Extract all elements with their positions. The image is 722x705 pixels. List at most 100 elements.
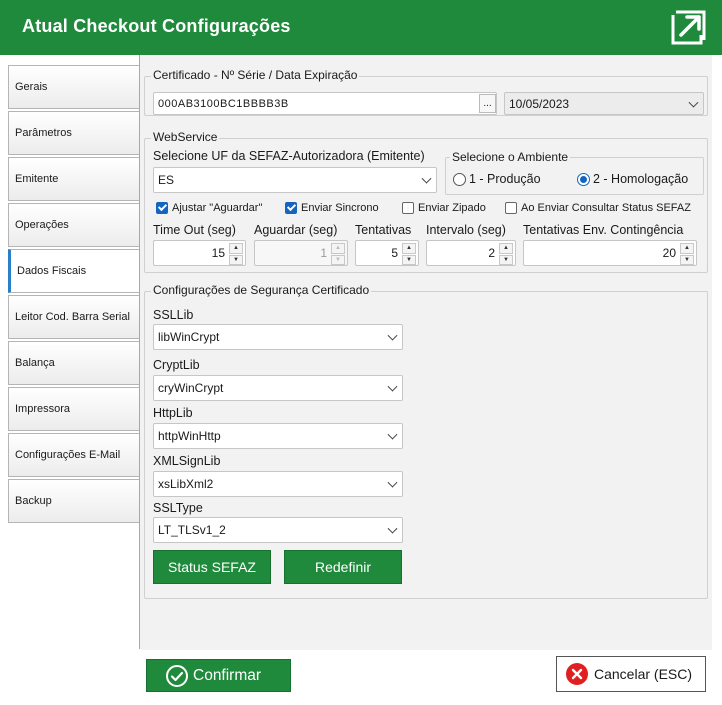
sidebar-item-emitente[interactable]: Emitente <box>8 157 140 201</box>
radio-indicator <box>577 172 590 186</box>
ambiente-producao-radio[interactable]: 1 - Produção <box>453 172 541 186</box>
ssltype-value: LT_TLSv1_2 <box>158 523 226 537</box>
sidebar-item-backup[interactable]: Backup <box>8 479 140 523</box>
chevron-down-icon <box>387 477 398 488</box>
checkbox-indicator <box>505 202 517 214</box>
checkbox-label: Enviar Sincrono <box>301 202 379 214</box>
radio-label: 2 - Homologação <box>593 172 689 186</box>
content-panel: Certificado - Nº Série / Data Expiração … <box>140 55 712 650</box>
chevron-down-icon <box>387 381 398 392</box>
intervalo-value: 2 <box>488 246 495 260</box>
checkbox-indicator <box>285 202 297 214</box>
check-circle-icon <box>166 664 188 687</box>
certificado-serie-field[interactable]: 000AB3100BC1BBBB3B <box>153 92 497 115</box>
spin-up-icon[interactable]: ▲ <box>499 243 513 254</box>
xmlsignlib-select[interactable]: xsLibXml2 <box>153 471 403 497</box>
intervalo-stepper[interactable]: 2 ▲ ▼ <box>426 240 516 266</box>
checkbox-indicator <box>156 202 168 214</box>
browse-certificate-button[interactable]: ... <box>479 94 496 113</box>
sidebar-item-label: Emitente <box>15 173 59 185</box>
window-title: Atual Checkout Configurações <box>22 16 291 36</box>
spin-up-icon[interactable]: ▲ <box>229 243 243 254</box>
timeout-stepper[interactable]: 15 ▲ ▼ <box>153 240 246 266</box>
seguranca-legend: Configurações de Segurança Certificado <box>151 283 372 297</box>
enviar-zipado-checkbox[interactable]: Enviar Zipado <box>402 202 486 214</box>
spin-down-icon[interactable]: ▼ <box>499 254 513 265</box>
ajustar-aguardar-checkbox[interactable]: Ajustar "Aguardar" <box>156 202 262 214</box>
aguardar-value: 1 <box>320 246 327 260</box>
enviar-sincrono-checkbox[interactable]: Enviar Sincrono <box>285 202 379 214</box>
tentativas-value: 5 <box>391 246 398 260</box>
cancel-label: Cancelar (ESC) <box>594 666 693 682</box>
checkbox-label: Enviar Zipado <box>418 202 486 214</box>
spin-up-icon[interactable]: ▲ <box>680 243 694 254</box>
status-sefaz-label: Status SEFAZ <box>168 559 256 575</box>
sidebar-item-label: Balança <box>15 357 55 369</box>
redefinir-button[interactable]: Redefinir <box>284 550 402 584</box>
spin-down-icon[interactable]: ▼ <box>229 254 243 265</box>
chevron-down-icon <box>421 173 432 184</box>
data-expiracao-select[interactable]: 10/05/2023 <box>504 92 704 115</box>
httplib-select[interactable]: httpWinHttp <box>153 423 403 449</box>
sidebar-item-label: Backup <box>15 495 52 507</box>
uf-value: ES <box>158 173 175 187</box>
title-bar: Atual Checkout Configurações <box>0 0 722 55</box>
sidebar-item-label: Operações <box>15 219 69 231</box>
spin-down-icon[interactable]: ▼ <box>402 254 416 265</box>
ssltype-label: SSLType <box>153 501 203 515</box>
spin-down-icon[interactable]: ▼ <box>331 254 345 265</box>
certificado-serie-value: 000AB3100BC1BBBB3B <box>158 97 289 110</box>
consultar-status-checkbox[interactable]: Ao Enviar Consultar Status SEFAZ <box>505 202 691 214</box>
sidebar-item-label: Parâmetros <box>15 127 72 139</box>
redefinir-label: Redefinir <box>314 559 372 575</box>
sidebar-item-leitor-cod-barra[interactable]: Leitor Cod. Barra Serial <box>8 295 140 339</box>
confirm-label: Confirmar <box>193 666 262 684</box>
xmlsignlib-value: xsLibXml2 <box>158 477 214 491</box>
ssllib-label: SSLLib <box>153 308 194 322</box>
spin-down-icon[interactable]: ▼ <box>680 254 694 265</box>
close-circle-icon <box>566 663 588 685</box>
checkbox-label: Ajustar "Aguardar" <box>172 202 263 214</box>
ssllib-value: libWinCrypt <box>158 330 220 344</box>
uf-select[interactable]: ES <box>153 167 437 193</box>
browse-label: ... <box>483 98 492 109</box>
contingencia-value: 20 <box>662 246 676 260</box>
contingencia-label: Tentativas Env. Contingência <box>523 223 684 237</box>
spin-up-icon[interactable]: ▲ <box>402 243 416 254</box>
app-logo-icon <box>671 10 706 45</box>
confirm-button[interactable]: Confirmar <box>146 659 291 692</box>
ssllib-select[interactable]: libWinCrypt <box>153 324 403 350</box>
intervalo-label: Intervalo (seg) <box>426 223 506 237</box>
ssltype-select[interactable]: LT_TLSv1_2 <box>153 517 403 543</box>
sidebar-item-balanca[interactable]: Balança <box>8 341 140 385</box>
sidebar-item-gerais[interactable]: Gerais <box>8 65 140 109</box>
httplib-value: httpWinHttp <box>158 429 221 443</box>
tentativas-label: Tentativas <box>355 223 412 237</box>
sidebar-item-operacoes[interactable]: Operações <box>8 203 140 247</box>
sidebar-item-label: Gerais <box>15 81 48 93</box>
xmlsignlib-label: XMLSignLib <box>153 454 221 468</box>
status-sefaz-button[interactable]: Status SEFAZ <box>153 550 271 584</box>
checkbox-indicator <box>402 202 414 214</box>
cryptlib-label: CryptLib <box>153 358 200 372</box>
radio-label: 1 - Produção <box>469 172 541 186</box>
spin-up-icon[interactable]: ▲ <box>331 243 345 254</box>
cancel-button[interactable]: Cancelar (ESC) <box>556 656 706 692</box>
timeout-label: Time Out (seg) <box>153 223 236 237</box>
sidebar-item-impressora[interactable]: Impressora <box>8 387 140 431</box>
sidebar-item-dados-fiscais[interactable]: Dados Fiscais <box>8 249 140 293</box>
tentativas-stepper[interactable]: 5 ▲ ▼ <box>355 240 419 266</box>
chevron-down-icon <box>387 429 398 440</box>
sidebar-item-parametros[interactable]: Parâmetros <box>8 111 140 155</box>
sidebar-item-configuracoes-email[interactable]: Configurações E-Mail <box>8 433 140 477</box>
chevron-down-icon <box>387 523 398 534</box>
contingencia-stepper[interactable]: 20 ▲ ▼ <box>523 240 697 266</box>
chevron-down-icon <box>387 330 398 341</box>
httplib-label: HttpLib <box>153 406 193 420</box>
uf-label: Selecione UF da SEFAZ-Autorizadora (Emit… <box>153 149 425 163</box>
ambiente-homologacao-radio[interactable]: 2 - Homologação <box>577 172 688 186</box>
data-expiracao-value: 10/05/2023 <box>509 96 570 111</box>
cryptlib-select[interactable]: cryWinCrypt <box>153 375 403 401</box>
aguardar-stepper[interactable]: 1 ▲ ▼ <box>254 240 348 266</box>
chevron-down-icon <box>688 97 699 108</box>
